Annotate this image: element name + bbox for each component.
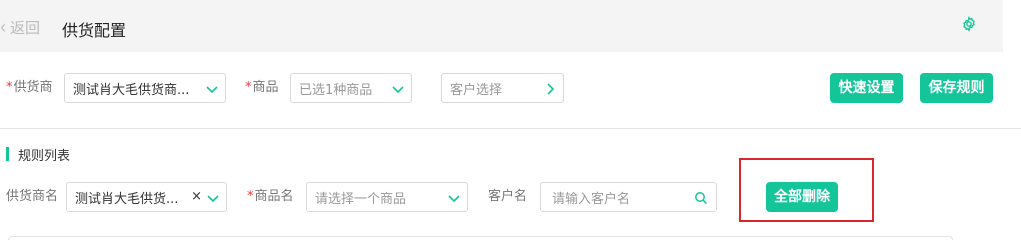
customer-select-placeholder: 客户选择 (450, 82, 503, 98)
section-title: 规则列表 (18, 149, 71, 164)
chevron-left-icon: ‹ (0, 15, 6, 39)
back-button[interactable]: ‹ 返回 (0, 15, 41, 39)
customer-name-placeholder: 请输入客户名 (552, 191, 631, 207)
customer-name-input[interactable]: 请输入客户名 (540, 182, 717, 212)
product-filter-label: *商品名 (247, 189, 294, 204)
product-label: *商品 (245, 80, 279, 95)
product-filter-select[interactable]: 请选择一个商品 (306, 182, 468, 212)
chevron-right-icon (547, 83, 555, 95)
supplier-select-value: 测试肖大毛供货商... (73, 82, 190, 98)
highlight-box (739, 158, 874, 222)
customer-select[interactable]: 客户选择 (441, 73, 564, 103)
customer-filter-label: 客户名 (488, 189, 528, 204)
product-select-value: 已选1种商品 (299, 82, 373, 98)
chevron-down-icon (206, 86, 218, 94)
chevron-down-icon (207, 195, 219, 203)
chevron-down-icon (448, 195, 460, 203)
page-header: ‹ 返回 供货配置 (0, 0, 1003, 52)
page-title: 供货配置 (62, 21, 127, 40)
search-icon[interactable] (694, 191, 708, 205)
supplier-filter-value: 测试肖大毛供货... (75, 191, 179, 207)
supplier-select[interactable]: 测试肖大毛供货商... (64, 73, 226, 103)
quick-setup-button[interactable]: 快速设置 (830, 73, 903, 103)
section-divider (0, 128, 1021, 129)
chevron-down-icon (392, 86, 404, 94)
save-rule-button[interactable]: 保存规则 (920, 73, 993, 103)
gear-icon[interactable] (961, 16, 977, 32)
supplier-label: *供货商 (6, 80, 53, 95)
product-select[interactable]: 已选1种商品 (290, 73, 412, 103)
product-filter-placeholder: 请选择一个商品 (315, 191, 407, 207)
config-row: *供货商 测试肖大毛供货商... *商品 已选1种商品 客户选择 快速设置 保存… (0, 73, 1021, 103)
supplier-filter-select[interactable]: 测试肖大毛供货... × (66, 182, 227, 212)
clear-icon[interactable]: × (191, 189, 202, 204)
section-accent-bar (6, 147, 9, 161)
rules-table-top-edge (8, 236, 953, 240)
back-label: 返回 (10, 18, 41, 37)
supplier-filter-label: 供货商名 (6, 189, 59, 204)
